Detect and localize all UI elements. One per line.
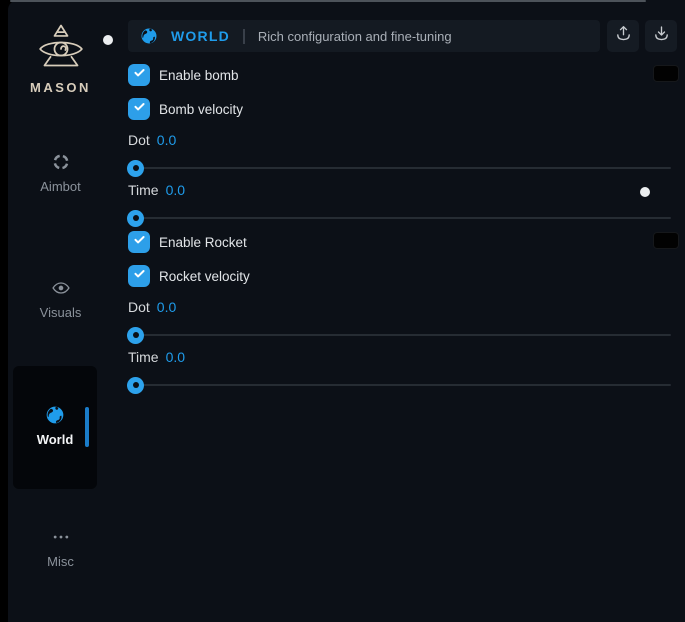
app-root: MASON Aimbot Visuals World Misc WORLD Rich …: [0, 0, 685, 622]
color-swatch[interactable]: [653, 232, 679, 249]
slider-track[interactable]: [128, 384, 671, 386]
sidebar-item-visuals[interactable]: Visuals: [8, 278, 113, 320]
globe-icon: [140, 27, 158, 45]
slider-thumb[interactable]: [127, 160, 144, 177]
slider-labels: Time 0.0: [128, 349, 679, 365]
slider-track[interactable]: [128, 217, 671, 219]
download-config-button[interactable]: [645, 20, 677, 52]
check-icon: [132, 266, 147, 286]
sidebar-item-aimbot[interactable]: Aimbot: [8, 152, 113, 194]
decoration-dot: [640, 187, 650, 197]
ellipsis-icon: [51, 527, 71, 547]
slider-thumb[interactable]: [127, 377, 144, 394]
slider-row: Dot 0.0: [128, 299, 679, 345]
slider-value: 0.0: [166, 349, 185, 365]
check-icon: [132, 232, 147, 252]
checkbox-label: Enable Rocket: [159, 235, 247, 250]
sidebar-item-label: Visuals: [40, 305, 82, 320]
sidebar-item-label: World: [37, 432, 74, 447]
slider-value: 0.0: [157, 299, 176, 315]
sidebar: MASON Aimbot Visuals World Misc: [8, 0, 113, 622]
slider-labels: Dot 0.0: [128, 132, 679, 148]
download-icon: [652, 24, 671, 48]
slider-label: Time: [128, 349, 159, 365]
slider-value: 0.0: [157, 132, 176, 148]
slider-thumb[interactable]: [127, 327, 144, 344]
sidebar-item-misc[interactable]: Misc: [8, 527, 113, 569]
upload-icon: [614, 24, 633, 48]
slider-row: Time 0.0: [128, 182, 679, 228]
checkbox-row: Rocket velocity: [128, 265, 679, 287]
slider-label: Time: [128, 182, 159, 198]
checkbox[interactable]: [128, 265, 150, 287]
sidebar-item-label: Misc: [47, 554, 74, 569]
mason-window: MASON Aimbot Visuals World Misc WORLD Rich …: [8, 0, 685, 622]
slider-value: 0.0: [166, 182, 185, 198]
eye-icon: [51, 278, 71, 298]
slider-track[interactable]: [128, 167, 671, 169]
checkbox-row: Enable bomb: [128, 64, 679, 86]
page-header: WORLD Rich configuration and fine-tuning: [128, 20, 600, 52]
checkbox-label: Rocket velocity: [159, 269, 250, 284]
world-panel: WORLD Rich configuration and fine-tuning…: [120, 0, 671, 622]
globe-icon: [45, 405, 65, 425]
check-icon: [132, 65, 147, 85]
checkbox[interactable]: [128, 98, 150, 120]
slider-labels: Time 0.0: [128, 182, 679, 198]
slider-track[interactable]: [128, 334, 671, 336]
slider-thumb[interactable]: [127, 210, 144, 227]
logo-text: MASON: [30, 80, 91, 95]
checkbox-row: Bomb velocity: [128, 98, 679, 120]
mason-logo: MASON: [8, 22, 113, 95]
slider-label: Dot: [128, 132, 150, 148]
checkbox[interactable]: [128, 231, 150, 253]
mason-eye-logo-icon: [32, 22, 90, 76]
check-icon: [132, 99, 147, 119]
upload-config-button[interactable]: [607, 20, 639, 52]
color-swatch[interactable]: [653, 65, 679, 82]
slider-label: Dot: [128, 299, 150, 315]
checkbox-label: Bomb velocity: [159, 102, 243, 117]
slider-row: Time 0.0: [128, 349, 679, 395]
cursor-dot: [103, 35, 113, 45]
page-subtitle: Rich configuration and fine-tuning: [258, 29, 452, 44]
checkbox-label: Enable bomb: [159, 68, 239, 83]
checkbox-row: Enable Rocket: [128, 231, 679, 253]
checkbox[interactable]: [128, 64, 150, 86]
crosshair-icon: [51, 152, 71, 172]
page-title: WORLD: [171, 28, 230, 44]
slider-labels: Dot 0.0: [128, 299, 679, 315]
sidebar-item-label: Aimbot: [40, 179, 80, 194]
sidebar-item-world[interactable]: World: [13, 366, 97, 489]
slider-row: Dot 0.0: [128, 132, 679, 178]
header-divider: [243, 29, 245, 44]
